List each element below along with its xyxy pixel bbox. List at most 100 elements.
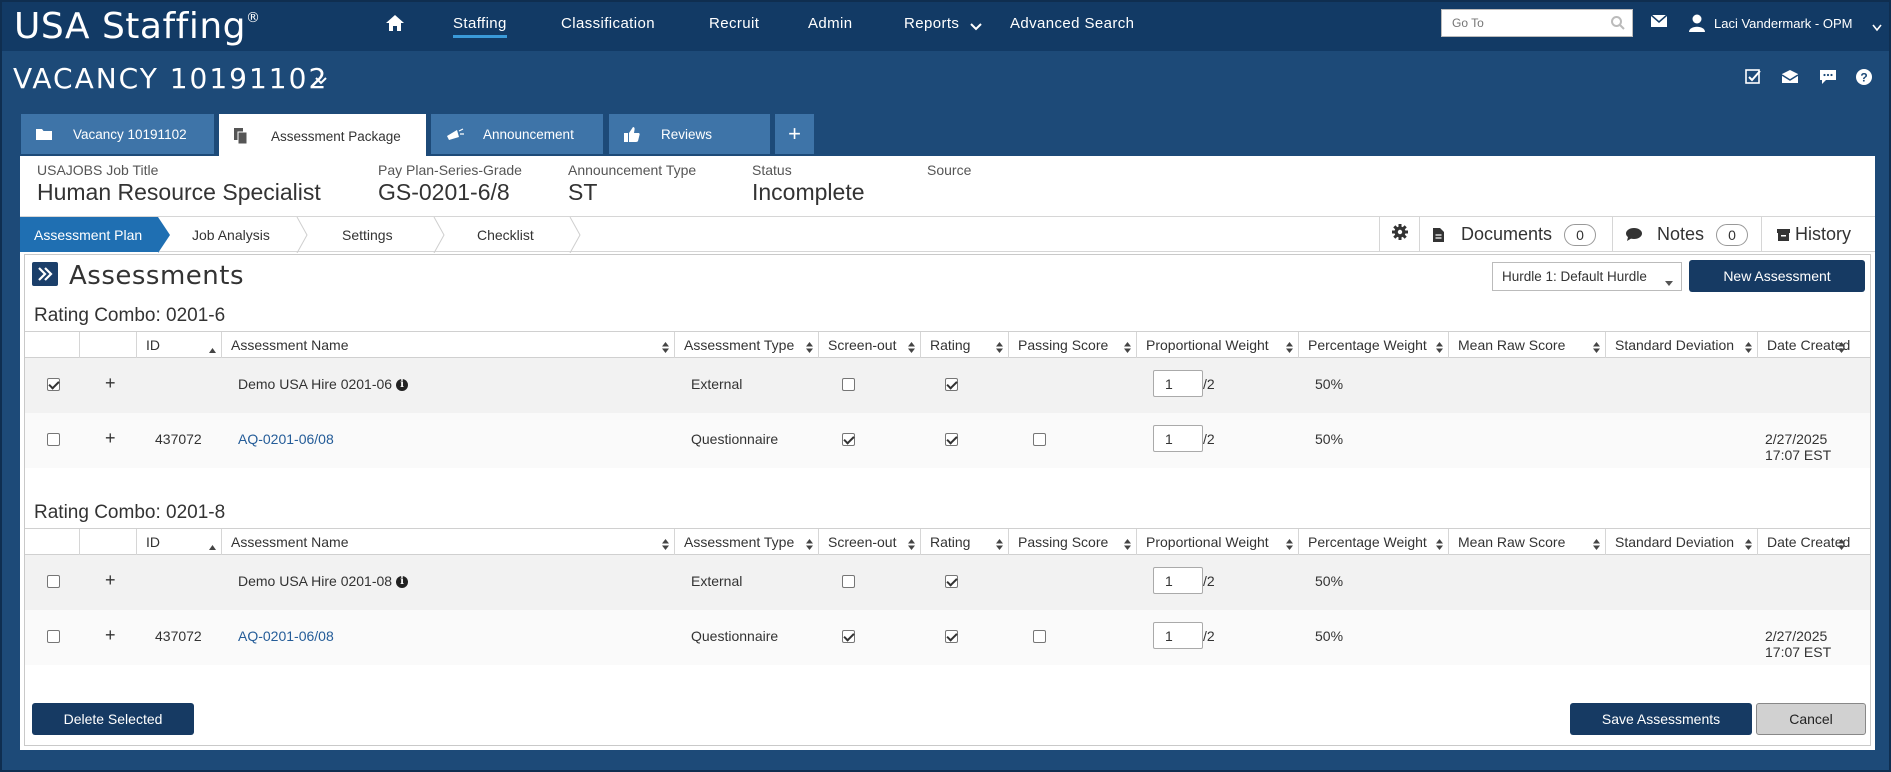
sort-icon[interactable]	[806, 340, 813, 356]
column-header[interactable]: Assessment Name	[222, 529, 675, 555]
tab-announcement[interactable]: Announcement	[431, 114, 603, 154]
sort-icon[interactable]	[1593, 340, 1600, 356]
expand-icon[interactable]	[32, 262, 58, 286]
cancel-button[interactable]: Cancel	[1756, 703, 1866, 735]
chevron-down-icon[interactable]	[314, 73, 328, 91]
sort-icon[interactable]	[1436, 340, 1443, 356]
nav-advanced-search[interactable]: Advanced Search	[1010, 15, 1134, 32]
column-header[interactable]: Mean Raw Score	[1449, 529, 1606, 555]
tab-assessment-package[interactable]: Assessment Package	[219, 114, 426, 158]
tab-vacancy[interactable]: Vacancy 10191102	[21, 114, 214, 154]
row-select-checkbox[interactable]	[47, 575, 60, 588]
screen-out-checkbox[interactable]	[842, 630, 855, 643]
sort-icon[interactable]	[1286, 340, 1293, 356]
save-assessments-button[interactable]: Save Assessments	[1570, 703, 1752, 735]
help-icon[interactable]: ?	[1855, 68, 1875, 88]
column-header[interactable]: Passing Score	[1009, 529, 1137, 555]
expand-row-icon[interactable]: +	[105, 625, 116, 646]
step-job-analysis[interactable]: Job Analysis	[192, 217, 302, 252]
column-header[interactable]: Assessment Type	[675, 529, 819, 555]
home-icon[interactable]	[385, 13, 407, 35]
column-header[interactable]: Standard Deviation	[1606, 529, 1758, 555]
sort-icon[interactable]	[908, 537, 915, 553]
sort-icon[interactable]	[1124, 340, 1131, 356]
sort-icon[interactable]	[996, 340, 1003, 356]
sort-icon[interactable]	[1124, 537, 1131, 553]
column-header[interactable]: Percentage Weight	[1299, 529, 1449, 555]
assessment-link[interactable]: AQ-0201-06/08	[238, 628, 334, 644]
chevron-down-icon[interactable]	[1872, 19, 1882, 37]
chevron-down-icon[interactable]	[970, 19, 982, 37]
row-select-checkbox[interactable]	[47, 630, 60, 643]
column-header[interactable]: Assessment Name	[222, 332, 675, 358]
mail-icon[interactable]	[1650, 14, 1668, 33]
column-header[interactable]: Date Created	[1758, 529, 1850, 555]
add-tab-button[interactable]: +	[775, 114, 814, 154]
inbox-icon[interactable]	[1780, 68, 1800, 88]
sort-icon[interactable]	[662, 537, 669, 553]
expand-row-icon[interactable]: +	[105, 428, 116, 449]
checklist-icon[interactable]	[1744, 68, 1764, 88]
delete-selected-button[interactable]: Delete Selected	[32, 703, 194, 735]
expand-row-icon[interactable]: +	[105, 373, 116, 394]
column-header[interactable]: Date Created	[1758, 332, 1850, 358]
column-header[interactable]: Proportional Weight	[1137, 529, 1299, 555]
sort-icon[interactable]	[908, 340, 915, 356]
assessment-link[interactable]: AQ-0201-06/08	[238, 431, 334, 447]
column-header[interactable]: Assessment Type	[675, 332, 819, 358]
screen-out-checkbox[interactable]	[842, 433, 855, 446]
nav-reports[interactable]: Reports	[904, 15, 959, 32]
sort-icon[interactable]	[1745, 340, 1752, 356]
assessment-name[interactable]: AQ-0201-06/08	[238, 628, 334, 644]
expand-row-icon[interactable]: +	[105, 570, 116, 591]
rating-checkbox[interactable]	[945, 575, 958, 588]
nav-classification[interactable]: Classification	[561, 15, 655, 32]
info-icon[interactable]: i	[396, 379, 409, 391]
nav-admin[interactable]: Admin	[808, 15, 853, 32]
step-settings[interactable]: Settings	[342, 217, 432, 252]
info-icon[interactable]: i	[396, 576, 409, 588]
column-header[interactable]: ID	[137, 529, 222, 555]
nav-recruit[interactable]: Recruit	[709, 15, 759, 32]
sort-icon[interactable]	[209, 537, 216, 553]
chat-icon[interactable]	[1818, 68, 1838, 88]
sort-icon[interactable]	[1745, 537, 1752, 553]
rating-checkbox[interactable]	[945, 378, 958, 391]
hurdle-select[interactable]: Hurdle 1: Default Hurdle	[1492, 262, 1682, 291]
column-header[interactable]: Mean Raw Score	[1449, 332, 1606, 358]
proportional-weight-input[interactable]: 1	[1153, 370, 1203, 397]
step-assessment-plan[interactable]: Assessment Plan	[20, 217, 158, 252]
app-logo[interactable]: USA Staffing®	[14, 6, 260, 47]
sort-icon[interactable]	[1286, 537, 1293, 553]
rating-checkbox[interactable]	[945, 630, 958, 643]
column-header[interactable]: Rating	[921, 529, 1009, 555]
sort-icon[interactable]	[1436, 537, 1443, 553]
passing-score-checkbox[interactable]	[1033, 630, 1046, 643]
proportional-weight-input[interactable]: 1	[1153, 622, 1203, 649]
screen-out-checkbox[interactable]	[842, 378, 855, 391]
new-assessment-button[interactable]: New Assessment	[1689, 260, 1865, 292]
step-checklist[interactable]: Checklist	[477, 217, 567, 252]
tab-reviews[interactable]: Reviews	[609, 114, 770, 154]
column-header[interactable]: Rating	[921, 332, 1009, 358]
documents-button[interactable]: Documents 0	[1419, 217, 1612, 252]
column-header[interactable]: Standard Deviation	[1606, 332, 1758, 358]
sort-icon[interactable]	[209, 340, 216, 356]
column-header[interactable]: Screen-out	[819, 332, 921, 358]
sort-icon[interactable]	[1593, 537, 1600, 553]
history-button[interactable]: History	[1761, 217, 1875, 252]
rating-checkbox[interactable]	[945, 433, 958, 446]
user-name[interactable]: Laci Vandermark - OPM	[1714, 16, 1852, 31]
passing-score-checkbox[interactable]	[1033, 433, 1046, 446]
sort-icon[interactable]	[1838, 537, 1846, 553]
nav-staffing[interactable]: Staffing	[453, 15, 507, 38]
column-header[interactable]: Screen-out	[819, 529, 921, 555]
column-header[interactable]: Passing Score	[1009, 332, 1137, 358]
row-select-checkbox[interactable]	[47, 433, 60, 446]
notes-button[interactable]: Notes 0	[1612, 217, 1761, 252]
screen-out-checkbox[interactable]	[842, 575, 855, 588]
goto-input[interactable]	[1442, 10, 1602, 36]
column-header[interactable]: Proportional Weight	[1137, 332, 1299, 358]
column-header[interactable]: Percentage Weight	[1299, 332, 1449, 358]
search-icon[interactable]	[1610, 15, 1626, 36]
